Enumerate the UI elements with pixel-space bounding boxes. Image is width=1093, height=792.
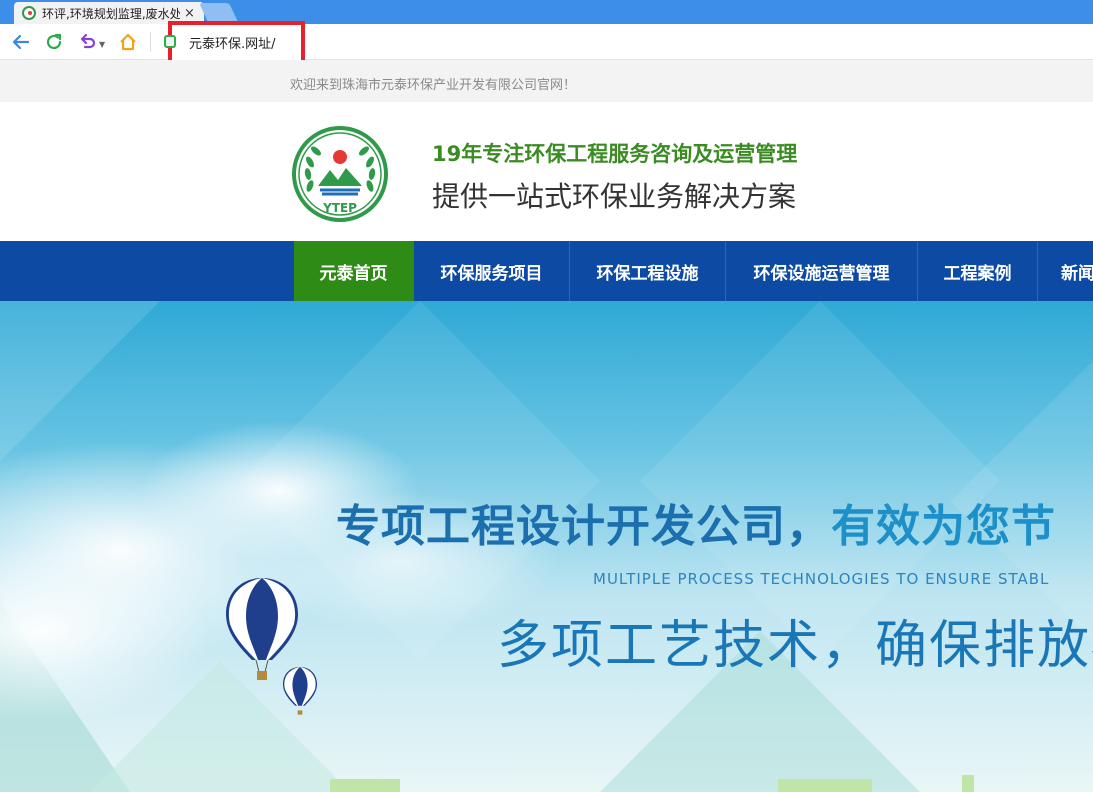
browser-tab-strip: 环评,环境规划监理,废水处理,环保工程 × xyxy=(0,0,1093,24)
chevron-down-icon[interactable]: ▼ xyxy=(99,40,105,49)
nav-item-facilities[interactable]: 环保工程设施 xyxy=(570,241,726,301)
slogan-primary: 19年专注环保工程服务咨询及运营管理 xyxy=(432,142,798,166)
welcome-text: 欢迎来到珠海市元泰环保产业开发有限公司官网！ xyxy=(290,78,577,93)
nav-item-operations[interactable]: 环保设施运营管理 xyxy=(726,241,918,301)
secure-icon[interactable] xyxy=(164,35,176,48)
nav-item-services[interactable]: 环保服务项目 xyxy=(414,241,570,301)
slogan-secondary: 提供一站式环保业务解决方案 xyxy=(432,180,797,213)
company-logo[interactable]: YTEP xyxy=(290,124,390,224)
nav-item-news[interactable]: 新闻 xyxy=(1038,241,1093,301)
banner-headline-part2: 有效为您节 xyxy=(831,501,1056,552)
reload-icon[interactable] xyxy=(42,30,66,54)
banner-headline: 专项工程设计开发公司，有效为您节 xyxy=(336,490,1056,554)
svg-text:YTEP: YTEP xyxy=(322,201,357,215)
site-favicon-icon xyxy=(22,6,36,20)
main-nav: 元泰首页 环保服务项目 环保工程设施 环保设施运营管理 工程案例 新闻 xyxy=(0,241,1093,301)
tab-title: 环评,环境规划监理,废水处理,环保工程 xyxy=(42,6,180,21)
site-header xyxy=(0,102,1093,241)
toolbar-divider xyxy=(150,32,151,52)
nav-item-cases[interactable]: 工程案例 xyxy=(918,241,1038,301)
banner-headline-part1: 专项工程设计开发公司， xyxy=(336,501,831,552)
close-tab-icon[interactable]: × xyxy=(184,6,195,21)
banner-subtitle-en: MULTIPLE PROCESS TECHNOLOGIES TO ENSURE … xyxy=(593,570,1050,588)
welcome-bar: 欢迎来到珠海市元泰环保产业开发有限公司官网！ xyxy=(0,60,1093,102)
undo-icon[interactable] xyxy=(75,30,99,54)
banner-headline-secondary: 多项工艺技术，确保排放标 xyxy=(497,616,1093,676)
address-bar-input[interactable]: 元泰环保.网址/ xyxy=(189,33,276,52)
nav-item-home[interactable]: 元泰首页 xyxy=(294,241,414,301)
small-hot-air-balloon-icon xyxy=(282,666,318,715)
home-icon[interactable] xyxy=(116,30,140,54)
back-icon[interactable] xyxy=(9,30,33,54)
